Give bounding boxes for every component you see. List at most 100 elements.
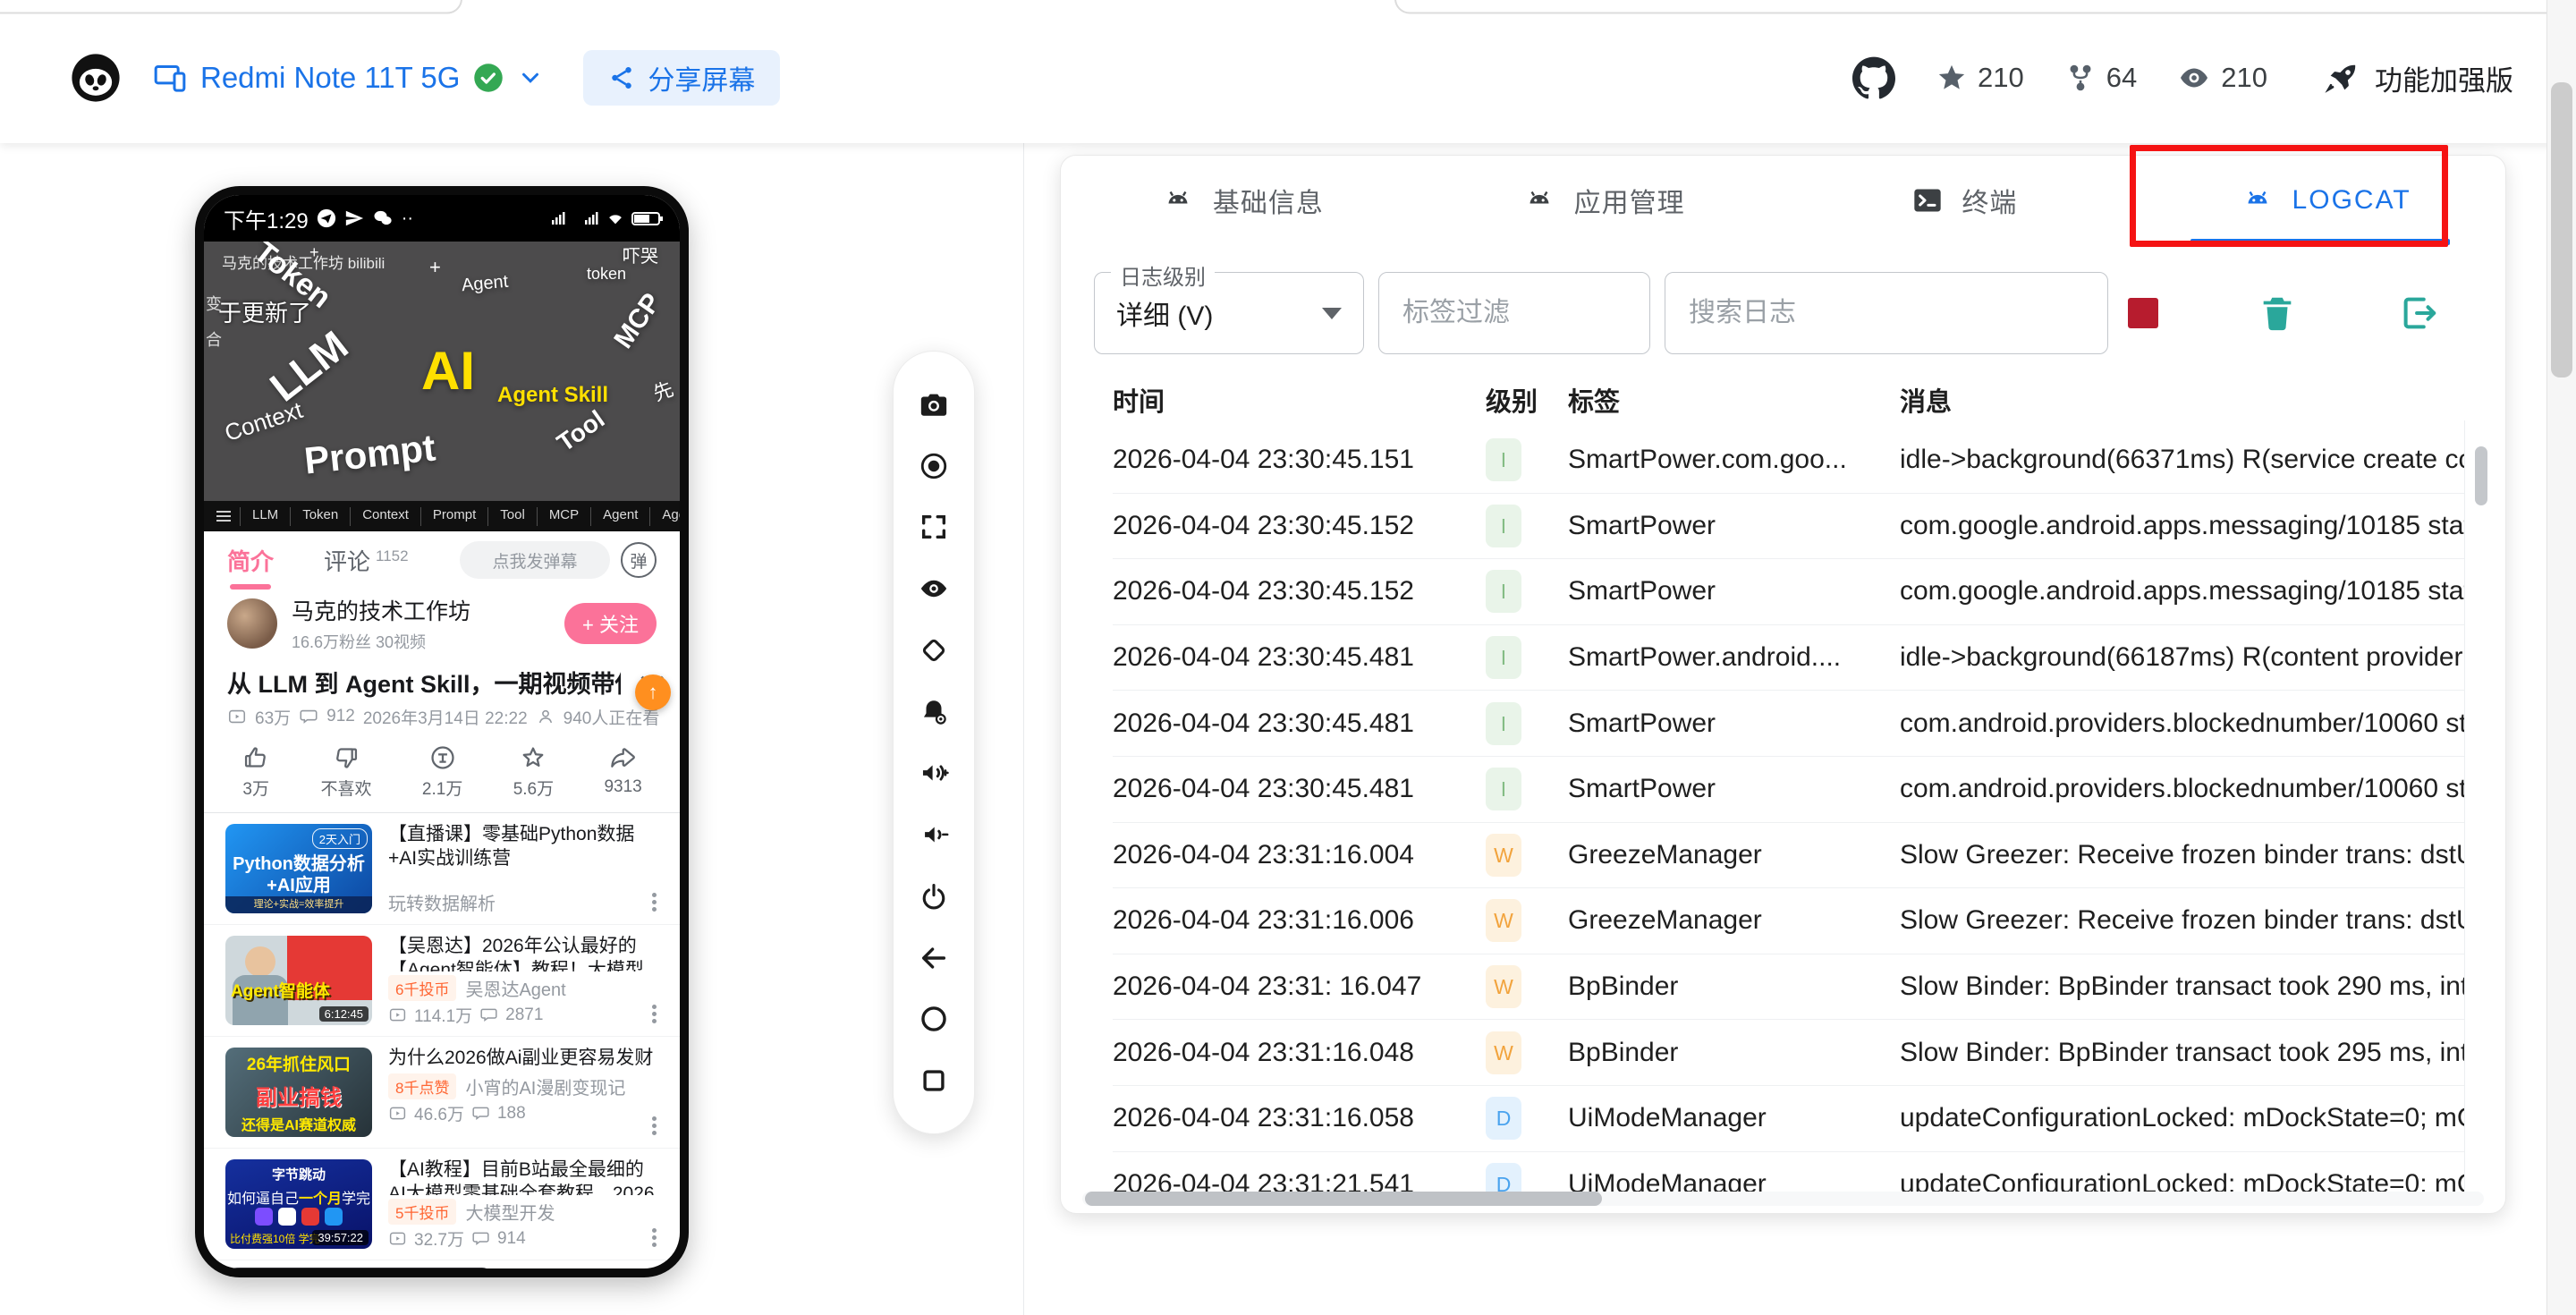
video-duration: 39:57:22: [312, 1230, 369, 1245]
home-button[interactable]: [914, 999, 953, 1039]
phone-status-bar: 下午1:29 ··: [204, 195, 680, 242]
item-title[interactable]: 【吴恩达】2026年公认最好的【Agent智能体】教程！大模型入门...: [388, 934, 658, 971]
video-thumbnail[interactable]: 2天入门 Python数据分析 +AI应用 理论+实战=效率提升: [225, 824, 372, 913]
chapter-item[interactable]: Token: [290, 507, 350, 526]
phone-screen[interactable]: 下午1:29 ·· 马克的技术工作坊 bilibili 于更新了 + + 变 合: [204, 195, 680, 1268]
tab-basic-info[interactable]: 基础信息: [1061, 156, 1422, 245]
log-row[interactable]: 2026-04-04 23:31:16.006 W GreezeManager …: [1113, 888, 2465, 954]
log-row[interactable]: 2026-04-04 23:31:16.048 W BpBinder Slow …: [1113, 1020, 2465, 1086]
more-options-icon[interactable]: [652, 893, 657, 897]
list-item[interactable]: 字节跳动 如何逼自己一个月学完 比付费强10倍 学完 39:57:22 【AI教…: [204, 1149, 680, 1260]
favorite-button[interactable]: 5.6万: [513, 743, 554, 800]
list-item[interactable]: 26年抓住风口 副业搞钱 还得是AI赛道权威 为什么2026做Ai副业更容易发财…: [204, 1037, 680, 1149]
app-logo-panda-icon[interactable]: [70, 52, 122, 104]
more-options-icon[interactable]: [652, 1116, 657, 1121]
danmaku-toggle[interactable]: 弹: [621, 542, 657, 578]
item-title[interactable]: 【直播课】零基础Python数据+AI实战训练营: [388, 822, 658, 870]
share-screen-button[interactable]: 分享屏幕: [583, 50, 780, 106]
back-button[interactable]: [914, 938, 953, 978]
log-row[interactable]: 2026-04-04 23:31:21.541 D UiModeManager …: [1113, 1152, 2465, 1197]
log-row[interactable]: 2026-04-04 23:30:45.152 I SmartPower com…: [1113, 559, 2465, 625]
log-row[interactable]: 2026-04-04 23:30:45.481 I SmartPower com…: [1113, 691, 2465, 757]
chapter-item[interactable]: LLM: [240, 507, 290, 526]
uploader-name[interactable]: 马克的技术工作坊: [292, 594, 470, 626]
log-message: Slow Binder: BpBinder transact took 295 …: [1900, 1038, 2465, 1068]
follow-button[interactable]: + 关注: [564, 603, 657, 644]
thumb-text: 副业搞钱: [225, 1080, 372, 1111]
more-options-icon[interactable]: [652, 1005, 657, 1009]
clear-logs-button[interactable]: [2257, 292, 2300, 335]
log-row[interactable]: 2026-04-04 23:30:45.481 I SmartPower com…: [1113, 757, 2465, 823]
log-row[interactable]: 2026-04-04 23:31:16.058 D UiModeManager …: [1113, 1086, 2465, 1152]
log-time: 2026-04-04 23:31: 16.047: [1113, 971, 1486, 1002]
item-title[interactable]: 为什么2026做Ai副业更容易发财: [388, 1046, 658, 1070]
uploader-avatar[interactable]: [227, 598, 277, 649]
fullscreen-button[interactable]: [914, 507, 953, 547]
log-row[interactable]: 2026-04-04 23:30:45.151 I SmartPower.com…: [1113, 428, 2465, 494]
video-title[interactable]: 从 LLM 到 Agent Skill，一期视频带你打通底...: [227, 665, 621, 700]
chapter-item[interactable]: Context: [350, 507, 420, 526]
like-button[interactable]: 3万: [242, 743, 270, 800]
table-scrollbar-horizontal[interactable]: [1085, 1192, 1602, 1206]
screenshot-button[interactable]: [914, 385, 953, 424]
visibility-button[interactable]: [914, 569, 953, 608]
log-search-input[interactable]: [1665, 272, 2108, 354]
chapter-strip[interactable]: LLMTokenContextPromptToolMCPAgentAgent S…: [204, 501, 680, 531]
log-level-select[interactable]: 日志级别 详细 (V): [1094, 272, 1364, 354]
star-count: 210: [1978, 62, 2024, 94]
fork-stat[interactable]: 64: [2065, 62, 2137, 94]
phone-mirror[interactable]: 下午1:29 ·· 马克的技术工作坊 bilibili 于更新了 + + 变 合: [195, 186, 689, 1277]
log-row[interactable]: 2026-04-04 23:30:45.481 I SmartPower.and…: [1113, 625, 2465, 691]
tab-comments[interactable]: 评论1152: [324, 544, 409, 577]
log-message: idle->background(66371ms) R(service crea…: [1900, 445, 2465, 475]
export-logs-button[interactable]: [2398, 292, 2441, 335]
power-button[interactable]: [914, 877, 953, 916]
signal2-icon: [585, 211, 599, 225]
chevron-down-icon[interactable]: [517, 64, 544, 91]
log-row[interactable]: 2026-04-04 23:31:16.004 W GreezeManager …: [1113, 823, 2465, 889]
video-player[interactable]: 马克的技术工作坊 bilibili 于更新了 + + 变 合 Token Age…: [204, 242, 680, 501]
watchers-stat[interactable]: 210: [2178, 62, 2267, 94]
star-stat[interactable]: 210: [1936, 62, 2024, 94]
stop-logcat-button[interactable]: [2128, 298, 2158, 328]
danmaku-input[interactable]: 点我发弹幕: [460, 541, 610, 579]
video-thumbnail[interactable]: Agent智能体 6:12:45: [225, 936, 372, 1025]
device-selector[interactable]: Redmi Note 11T 5G: [152, 60, 544, 96]
more-options-icon[interactable]: [652, 1228, 657, 1233]
chapter-item[interactable]: Agent: [590, 507, 649, 526]
log-table-body[interactable]: 2026-04-04 23:30:45.151 I SmartPower.com…: [1061, 428, 2505, 1197]
enhanced-version-link[interactable]: 功能加强版: [2325, 58, 2513, 98]
list-item[interactable]: Agent智能体 6:12:45 【吴恩达】2026年公认最好的【Agent智能…: [204, 925, 680, 1037]
video-thumbnail[interactable]: 字节跳动 如何逼自己一个月学完 比付费强10倍 学完 39:57:22: [225, 1159, 372, 1249]
tab-terminal[interactable]: 终端: [1784, 156, 2145, 245]
tab-logcat[interactable]: LOGCAT: [2144, 156, 2505, 245]
item-title[interactable]: 【AI教程】目前B站最全最细的AI大模型零基础全套教程，2026最新版...: [388, 1158, 658, 1195]
coin-button[interactable]: 2.1万: [422, 743, 462, 800]
tab-intro[interactable]: 简介: [227, 531, 274, 590]
record-button[interactable]: [914, 446, 953, 486]
chapter-item[interactable]: Agent Skill: [649, 507, 680, 526]
log-row[interactable]: 2026-04-04 23:31: 16.047 W BpBinder Slow…: [1113, 954, 2465, 1021]
chapters-menu-icon[interactable]: [216, 511, 231, 522]
tag-filter-input[interactable]: [1378, 272, 1650, 354]
volume-up-button[interactable]: [914, 753, 953, 793]
volume-down-button[interactable]: [914, 815, 953, 854]
window-scrollbar[interactable]: [2551, 82, 2572, 378]
float-badge[interactable]: ↑: [635, 674, 671, 710]
chapter-item[interactable]: Tool: [487, 507, 537, 526]
chapter-item[interactable]: MCP: [537, 507, 590, 526]
chapter-item[interactable]: Prompt: [420, 507, 487, 526]
log-message: Slow Greezer: Receive frozen binder tran…: [1900, 905, 2465, 936]
log-row[interactable]: 2026-04-04 23:30:45.152 I SmartPower com…: [1113, 494, 2465, 560]
tab-app-management[interactable]: 应用管理: [1422, 156, 1784, 245]
table-scrollbar-vertical[interactable]: [2475, 446, 2487, 505]
github-link[interactable]: [1852, 56, 1895, 99]
rotate-screen-button[interactable]: [914, 631, 953, 670]
video-thumbnail[interactable]: 26年抓住风口 副业搞钱 还得是AI赛道权威: [225, 1048, 372, 1137]
log-tag: GreezeManager: [1568, 840, 1900, 870]
dislike-button[interactable]: 不喜欢: [321, 743, 372, 800]
recents-button[interactable]: [914, 1061, 953, 1100]
share-video-button[interactable]: 9313: [604, 745, 641, 797]
notification-settings-button[interactable]: [914, 692, 953, 732]
list-item[interactable]: 2天入门 Python数据分析 +AI应用 理论+实战=效率提升 【直播课】零基…: [204, 813, 680, 925]
